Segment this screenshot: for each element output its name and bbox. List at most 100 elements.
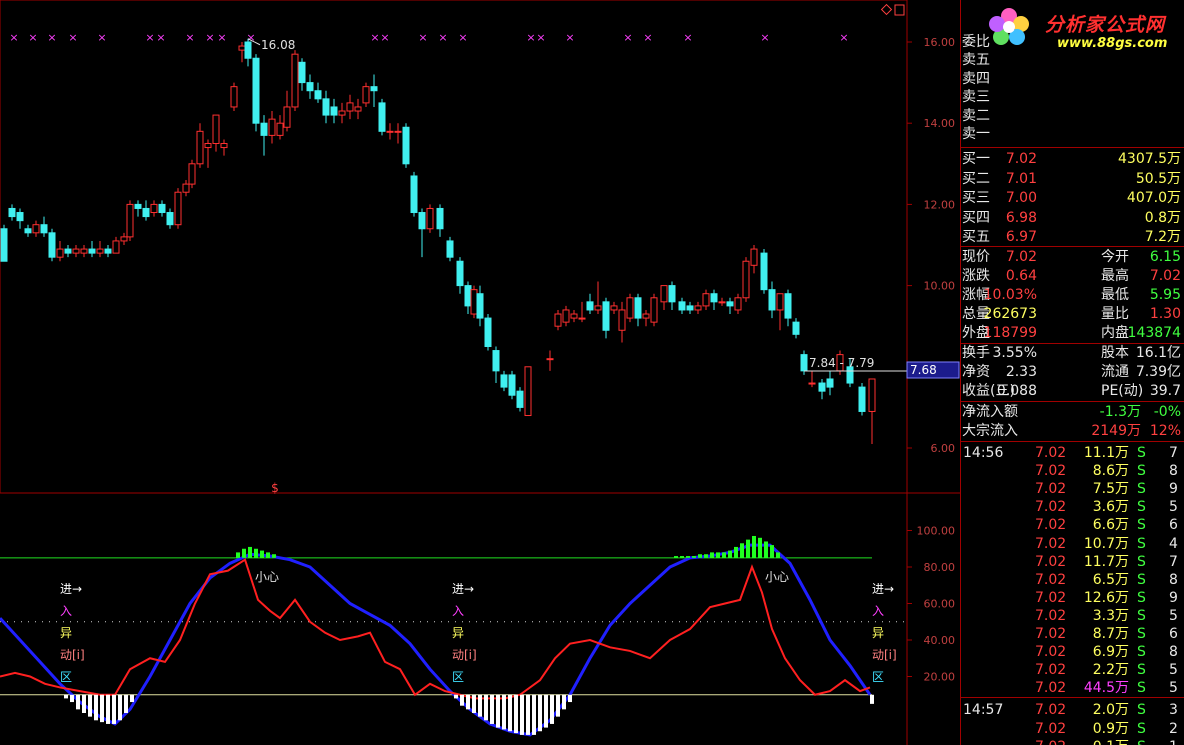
candle-body[interactable] xyxy=(0,228,8,262)
candle-body[interactable] xyxy=(40,224,48,234)
tick-row[interactable]: 7.02 3.3万 S 5 xyxy=(961,607,1184,625)
candle-body[interactable] xyxy=(668,285,676,303)
tick-row[interactable]: 14:57 7.02 2.0万 S 3 xyxy=(961,701,1184,719)
buy-level-row[interactable]: 买二 7.01 50.5万 xyxy=(961,170,1184,188)
candle-body[interactable] xyxy=(24,228,32,234)
candle-body[interactable] xyxy=(570,313,578,319)
candle-body[interactable] xyxy=(718,301,726,304)
candle-body[interactable] xyxy=(306,82,314,92)
candle-body[interactable] xyxy=(694,305,702,311)
candle-body[interactable] xyxy=(322,98,330,116)
candle-body[interactable] xyxy=(618,309,626,331)
candle-body[interactable] xyxy=(252,57,260,124)
tick-row[interactable]: 7.02 6.6万 S 6 xyxy=(961,516,1184,534)
candle-body[interactable] xyxy=(516,390,524,408)
candle-body[interactable] xyxy=(800,354,808,372)
candle-body[interactable] xyxy=(710,293,718,303)
candle-body[interactable] xyxy=(112,240,120,254)
candle-body[interactable] xyxy=(456,260,464,287)
candle-body[interactable] xyxy=(808,382,816,385)
candle-body[interactable] xyxy=(578,317,586,320)
candle-body[interactable] xyxy=(204,143,212,149)
candle-body[interactable] xyxy=(476,293,484,319)
candle-body[interactable] xyxy=(120,236,128,242)
candle-body[interactable] xyxy=(792,321,800,335)
tick-row[interactable]: 7.02 12.6万 S 9 xyxy=(961,589,1184,607)
candle-body[interactable] xyxy=(338,110,346,116)
candle-body[interactable] xyxy=(230,86,238,108)
candle-body[interactable] xyxy=(858,386,866,412)
candle-body[interactable] xyxy=(484,317,492,347)
candle-body[interactable] xyxy=(8,207,16,218)
buy-level-row[interactable]: 买四 6.98 0.8万 xyxy=(961,209,1184,227)
diamond-icon[interactable] xyxy=(880,3,893,16)
candle-body[interactable] xyxy=(126,203,134,238)
candle-body[interactable] xyxy=(174,191,182,226)
buy-level-row[interactable]: 买一 7.02 4307.5万 xyxy=(961,150,1184,168)
candle-body[interactable] xyxy=(166,212,174,226)
tick-row[interactable]: 7.02 6.9万 S 8 xyxy=(961,643,1184,661)
candle-body[interactable] xyxy=(142,207,150,218)
kline-chart-area[interactable]: 16.00 14.00 12.00 10.00 6.00 100.00 80.00 60.00… xyxy=(0,0,960,745)
candle-body[interactable] xyxy=(702,293,710,307)
candle-body[interactable] xyxy=(80,248,88,254)
candle-body[interactable] xyxy=(291,53,299,108)
candle-body[interactable] xyxy=(88,248,96,254)
candle-body[interactable] xyxy=(734,297,742,311)
candle-body[interactable] xyxy=(362,86,370,104)
candle-body[interactable] xyxy=(784,293,792,319)
candle-body[interactable] xyxy=(96,248,104,254)
restore-icon[interactable] xyxy=(894,4,905,16)
candle-body[interactable] xyxy=(32,224,40,234)
candle-body[interactable] xyxy=(298,61,306,84)
candle-body[interactable] xyxy=(470,289,478,315)
candle-body[interactable] xyxy=(48,232,56,258)
candle-body[interactable] xyxy=(314,90,322,100)
candle-body[interactable] xyxy=(594,305,602,311)
candle-body[interactable] xyxy=(500,374,508,388)
candle-body[interactable] xyxy=(726,301,734,307)
sell-level-row[interactable]: 卖一 xyxy=(961,125,1184,143)
candle-body[interactable] xyxy=(134,203,142,209)
candle-body[interactable] xyxy=(686,305,694,311)
candle-body[interactable] xyxy=(868,378,876,412)
candle-body[interactable] xyxy=(238,45,246,51)
candle-body[interactable] xyxy=(464,285,472,307)
candle-body[interactable] xyxy=(212,114,220,145)
candle-body[interactable] xyxy=(818,382,826,392)
candle-body[interactable] xyxy=(436,207,444,230)
candle-body[interactable] xyxy=(768,289,776,311)
candle-body[interactable] xyxy=(283,106,291,128)
candle-body[interactable] xyxy=(826,378,834,388)
candle-body[interactable] xyxy=(626,297,634,319)
candle-body[interactable] xyxy=(402,126,410,165)
candle-body[interactable] xyxy=(660,285,668,303)
candle-body[interactable] xyxy=(642,313,650,319)
tick-row[interactable]: 7.02 6.5万 S 8 xyxy=(961,571,1184,589)
candle-body[interactable] xyxy=(394,130,402,133)
tick-row[interactable]: 7.02 7.5万 S 9 xyxy=(961,480,1184,498)
tick-row[interactable]: 7.02 10.7万 S 4 xyxy=(961,535,1184,553)
candle-body[interactable] xyxy=(562,309,570,323)
candle-body[interactable] xyxy=(346,102,354,112)
candle-body[interactable] xyxy=(386,130,394,133)
tick-row[interactable]: 7.02 0.1万 S 1 xyxy=(961,738,1184,745)
tick-row[interactable]: 14:56 7.02 11.1万 S 7 xyxy=(961,444,1184,462)
candle-body[interactable] xyxy=(244,41,252,59)
candle-body[interactable] xyxy=(72,248,80,254)
candle-body[interactable] xyxy=(426,207,434,230)
candle-body[interactable] xyxy=(508,374,516,396)
candle-body[interactable] xyxy=(760,252,768,291)
candle-body[interactable] xyxy=(610,305,618,311)
candle-body[interactable] xyxy=(418,212,426,230)
candle-body[interactable] xyxy=(150,203,158,214)
candle-body[interactable] xyxy=(492,350,500,372)
candle-body[interactable] xyxy=(678,301,686,311)
candle-body[interactable] xyxy=(158,203,166,214)
candle-body[interactable] xyxy=(56,248,64,258)
tick-row[interactable]: 7.02 0.9万 S 2 xyxy=(961,720,1184,738)
candle-body[interactable] xyxy=(650,297,658,323)
candle-body[interactable] xyxy=(776,293,784,311)
candle-body[interactable] xyxy=(16,212,24,222)
tick-row[interactable]: 7.02 11.7万 S 7 xyxy=(961,553,1184,571)
